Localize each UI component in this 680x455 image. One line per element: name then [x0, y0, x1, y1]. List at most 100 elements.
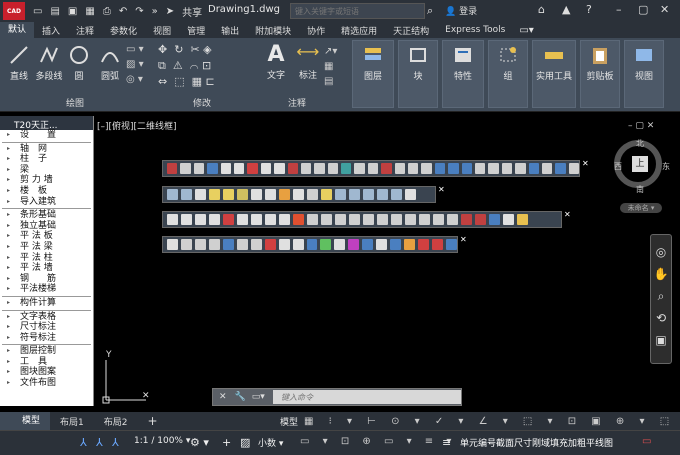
utilities-panel-button[interactable]: 实用工具: [532, 40, 576, 108]
tab-annotate[interactable]: 注释: [68, 24, 102, 37]
tab-featured[interactable]: 精选应用: [333, 24, 385, 37]
tab-model[interactable]: 模型: [12, 412, 51, 430]
new-file-icon[interactable]: ▭: [33, 6, 42, 17]
side-item-rebar[interactable]: 钢 筋: [0, 274, 93, 285]
fullscreen-icon[interactable]: ▭: [642, 436, 651, 450]
table-icon-2[interactable]: ▤: [324, 74, 337, 89]
wrench-icon[interactable]: 🔧: [235, 392, 246, 402]
offset-icon[interactable]: ⊏: [206, 75, 215, 88]
close-toolbar-4-icon[interactable]: ✕: [460, 235, 467, 244]
array-icon[interactable]: ▦: [192, 75, 202, 88]
login-button[interactable]: 👤 登录: [445, 4, 477, 17]
pan-icon[interactable]: ✋: [651, 263, 671, 285]
erase-icon[interactable]: ◈: [203, 43, 211, 56]
stretch-icon[interactable]: ⇔: [158, 75, 167, 88]
command-input[interactable]: [273, 390, 461, 404]
polyline-button[interactable]: 多段线: [34, 44, 64, 82]
side-item-file-layout[interactable]: 文件布图: [0, 378, 93, 389]
triangle-icon[interactable]: ▲: [562, 3, 570, 16]
add-layout-button[interactable]: +: [137, 414, 167, 428]
side-item-flat-stair[interactable]: 平法楼梯: [0, 284, 93, 295]
customize-icon[interactable]: ≡: [442, 436, 451, 450]
command-history-icon[interactable]: ▭▾: [252, 392, 265, 402]
orbit-icon[interactable]: ⟲: [651, 307, 671, 329]
print-icon[interactable]: ⎙: [103, 6, 111, 17]
side-item-layer-control[interactable]: 图层控制: [0, 346, 93, 357]
side-menu-header[interactable]: T20天正...: [0, 116, 93, 131]
viewcube-top-face[interactable]: 上: [632, 156, 648, 172]
side-item-flat-wall[interactable]: 平 法 墙: [0, 263, 93, 274]
app-logo[interactable]: CAD: [3, 2, 25, 20]
steering-wheel-icon[interactable]: ◎: [651, 241, 671, 263]
side-item-isolated-foundation[interactable]: 独立基础: [0, 221, 93, 232]
workspace-gear-icon[interactable]: ⚙ ▾: [190, 436, 209, 450]
clipboard-panel-button[interactable]: 剪贴板: [580, 40, 620, 108]
arc-button[interactable]: 圆弧: [98, 44, 122, 82]
circle-button[interactable]: 圆: [68, 44, 90, 82]
annotation-scale-icon[interactable]: ⅄: [80, 436, 87, 450]
tab-express-tools[interactable]: Express Tools: [437, 25, 513, 35]
layers-panel-button[interactable]: 图层: [352, 40, 394, 108]
side-item-block-pattern[interactable]: 图块图案: [0, 367, 93, 378]
side-item-axis[interactable]: 轴 网: [0, 144, 93, 155]
share-label[interactable]: 共享: [182, 4, 202, 19]
side-item-column[interactable]: 柱 子: [0, 154, 93, 165]
help-icon[interactable]: ?: [586, 3, 592, 16]
side-item-slab[interactable]: 楼 板: [0, 186, 93, 197]
ucs-dropdown[interactable]: 未命名 ▾: [620, 203, 662, 213]
floating-toolbar-1[interactable]: [162, 160, 580, 177]
modify-group-label[interactable]: 修改: [193, 96, 211, 109]
tab-addins[interactable]: 附加模块: [247, 24, 299, 37]
draw-group-label[interactable]: 绘图: [66, 96, 84, 109]
model-space-button[interactable]: 模型: [280, 415, 298, 428]
scale-dropdown[interactable]: 1:1 / 100% ▾: [134, 436, 190, 450]
close-toolbar-3-icon[interactable]: ✕: [564, 210, 571, 219]
line-button[interactable]: 直线: [6, 44, 32, 82]
save-icon[interactable]: ▣: [68, 6, 77, 17]
open-folder-icon[interactable]: ▤: [50, 6, 59, 17]
block-panel-button[interactable]: 块: [398, 40, 438, 108]
mirror-icon[interactable]: ⚠: [173, 59, 183, 72]
tab-default[interactable]: 默认: [0, 22, 35, 38]
ribbon-toggle-icon[interactable]: ▭▾: [519, 25, 533, 36]
maximize-icon[interactable]: ▢: [638, 3, 648, 16]
close-command-icon[interactable]: ✕: [219, 392, 227, 402]
side-item-tools[interactable]: 工 具: [0, 357, 93, 368]
rectangle-icon[interactable]: ▭ ▾: [126, 42, 154, 57]
scale-icon[interactable]: ⬚: [174, 75, 184, 88]
trim-icon[interactable]: ✂: [190, 43, 199, 56]
side-item-flat-slab[interactable]: 平 法 板: [0, 231, 93, 242]
table-icon[interactable]: ▦: [324, 59, 337, 74]
save-as-icon[interactable]: ▦: [85, 6, 94, 17]
copy-icon[interactable]: ⧉: [158, 59, 166, 72]
share-icon[interactable]: ➤: [166, 6, 174, 17]
tab-tianzheng[interactable]: 天正结构: [385, 24, 437, 37]
compass-north[interactable]: 北: [636, 138, 644, 149]
zoom-icon[interactable]: ⌕: [651, 285, 671, 307]
fillet-icon[interactable]: ⌒: [190, 59, 199, 72]
tab-insert[interactable]: 插入: [34, 24, 68, 37]
text-button[interactable]: A 文字: [262, 42, 290, 81]
tab-view[interactable]: 视图: [145, 24, 179, 37]
auto-scale-icon[interactable]: ⅄: [112, 436, 119, 450]
side-item-flat-beam[interactable]: 平 法 梁: [0, 242, 93, 253]
search-icon[interactable]: ⌕: [427, 4, 433, 18]
rotate-icon[interactable]: ↻: [174, 43, 183, 56]
isolate-icon[interactable]: ▨: [240, 436, 250, 450]
side-item-shear-wall[interactable]: 剪 力 墙: [0, 175, 93, 186]
close-toolbar-2-icon[interactable]: ✕: [438, 185, 445, 194]
floating-toolbar-2[interactable]: [162, 186, 436, 203]
side-item-settings[interactable]: 设 置: [0, 130, 93, 141]
undo-icon[interactable]: ↶: [119, 6, 127, 17]
floating-toolbar-4[interactable]: [162, 236, 458, 253]
annotation-visibility-icon[interactable]: ⅄: [96, 436, 103, 450]
side-item-component-calc[interactable]: 构件计算: [0, 298, 93, 309]
add-icon[interactable]: +: [222, 436, 231, 450]
view-panel-button[interactable]: 视图: [624, 40, 664, 108]
more-icon[interactable]: »: [152, 6, 158, 17]
viewport-label[interactable]: [–][俯视][二维线框]: [97, 119, 177, 132]
close-icon[interactable]: ✕: [660, 3, 669, 16]
tab-layout1[interactable]: 布局1: [50, 415, 94, 428]
region-icon[interactable]: ◎ ▾: [126, 72, 154, 87]
side-item-text-table[interactable]: 文字表格: [0, 312, 93, 323]
